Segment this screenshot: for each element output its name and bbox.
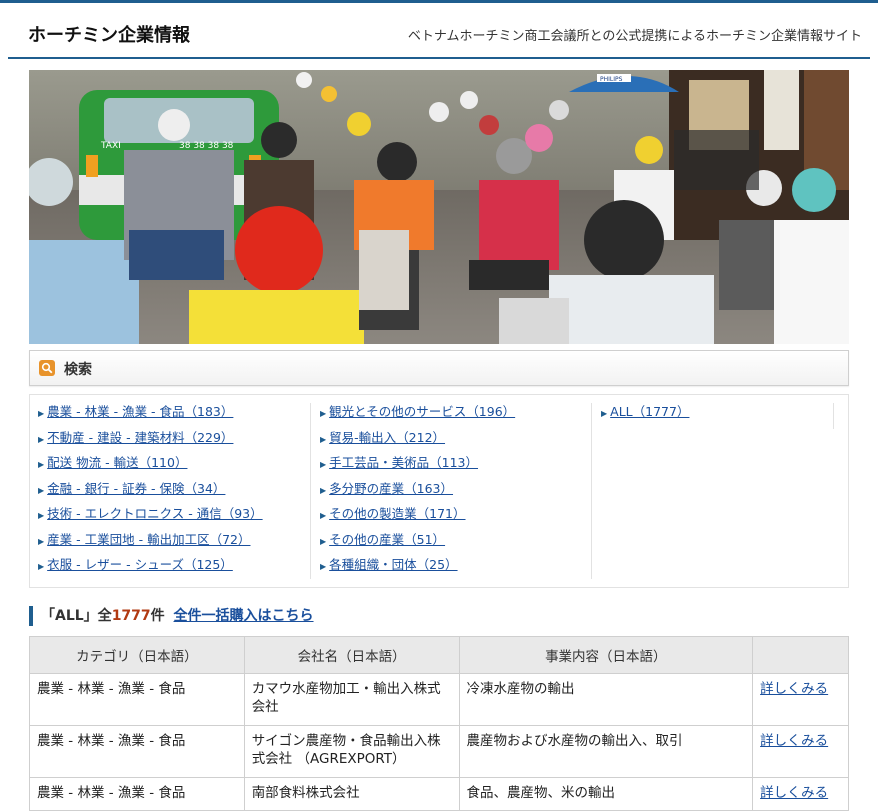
bullet-icon: ▶ [38, 409, 45, 418]
category-item-all[interactable]: ▶ ALL（1777） [601, 401, 871, 427]
category-link[interactable]: その他の産業（51） [329, 532, 445, 547]
category-link[interactable]: 貿易-輸出入（212） [329, 430, 445, 445]
bullet-icon: ▶ [38, 511, 45, 520]
category-link[interactable]: 農業 - 林業 - 漁業 - 食品（183） [47, 404, 233, 419]
category-item[interactable]: ▶ 産業 - 工業団地 - 輸出加工区（72） [38, 529, 308, 555]
cell-category: 農業 - 林業 - 漁業 - 食品 [29, 777, 245, 811]
bullet-icon: ▶ [320, 434, 327, 444]
cell-business: 農産物および水産物の輸出入、取引 [458, 725, 754, 778]
category-link[interactable]: その他の製造業（171） [329, 506, 465, 521]
bullet-icon: ▶ [38, 485, 45, 495]
category-item[interactable]: ▶ 貿易-輸出入（212） [320, 427, 590, 453]
category-item[interactable]: ▶ その他の製造業（171） [320, 503, 590, 529]
category-column-3: ▶ ALL（1777） [601, 401, 871, 581]
result-count-number: 1777 [111, 608, 151, 624]
category-item[interactable]: ▶ 金融 - 銀行 - 証券 - 保険（34） [38, 478, 308, 504]
category-link[interactable]: 衣服 - レザー - シューズ（125） [47, 557, 233, 572]
column-divider [833, 403, 834, 429]
cell-business: 冷凍水産物の輸出 [458, 673, 754, 726]
site-header: ホーチミン企業情報 ベトナムホーチミン商工会議所との公式提携によるホーチミン企業… [8, 3, 870, 59]
category-item[interactable]: ▶ 観光とその他のサービス（196） [320, 401, 590, 427]
bullet-icon: ▶ [320, 409, 327, 418]
category-link[interactable]: 技術 - エレクトロニクス - 通信（93） [47, 506, 262, 521]
result-count-prefix: 「ALL」全 [41, 608, 112, 624]
cell-action: 詳しくみる [752, 725, 849, 778]
bullet-icon: ▶ [38, 562, 45, 571]
table-row: 農業 - 林業 - 漁業 - 食品 サイゴン農産物・食品輸出入株式会社 （AGR… [29, 725, 849, 778]
category-item[interactable]: ▶ 衣服 - レザー - シューズ（125） [38, 554, 308, 580]
category-link[interactable]: 手工芸品・美術品（113） [329, 455, 478, 470]
cell-company: 南部食料株式会社 [243, 777, 460, 811]
bullet-icon: ▶ [38, 460, 45, 469]
table-row: 農業 - 林業 - 漁業 - 食品 南部食料株式会社 食品、農産物、米の輸出 詳… [29, 777, 849, 811]
category-item[interactable]: ▶ 農業 - 林業 - 漁業 - 食品（183） [38, 401, 308, 427]
category-link-all[interactable]: ALL（1777） [610, 404, 689, 419]
details-link[interactable]: 詳しくみる [760, 733, 828, 749]
cell-business: 食品、農産物、米の輸出 [458, 777, 754, 811]
search-bar[interactable]: 検索 [29, 350, 849, 386]
bullet-icon: ▶ [320, 460, 327, 469]
store-sign-text: PHILIPS [600, 76, 623, 83]
column-header-company: 会社名（日本語） [243, 636, 460, 674]
site-tagline: ベトナムホーチミン商工会議所との公式提携によるホーチミン企業情報サイト [407, 29, 862, 44]
category-link[interactable]: 多分野の産業（163） [329, 481, 453, 496]
category-link[interactable]: 各種組織・団体（25） [329, 557, 457, 572]
category-item[interactable]: ▶ 多分野の産業（163） [320, 478, 590, 504]
column-header-business: 事業内容（日本語） [458, 636, 754, 674]
bullet-icon: ▶ [320, 485, 327, 495]
details-link[interactable]: 詳しくみる [760, 785, 828, 801]
category-link[interactable]: 不動産 - 建設 - 建築材料（229） [47, 430, 233, 445]
category-column-1: ▶ 農業 - 林業 - 漁業 - 食品（183） ▶ 不動産 - 建設 - 建築材料… [38, 401, 308, 581]
category-link[interactable]: 観光とその他のサービス（196） [329, 404, 515, 419]
hero-banner-image: PHILIPS TAXI 38 38 38 38 [29, 70, 849, 344]
column-header-action [752, 636, 849, 674]
table-row: 農業 - 林業 - 漁業 - 食品 カマウ水産物加工・輸出入株式会社 冷凍水産物… [29, 673, 849, 726]
bullet-icon: ▶ [320, 562, 327, 571]
category-item[interactable]: ▶ その他の産業（51） [320, 529, 590, 555]
bulk-purchase-link[interactable]: 全件一括購入はこちら [174, 608, 314, 624]
category-link[interactable]: 産業 - 工業団地 - 輸出加工区（72） [47, 532, 250, 547]
column-divider [310, 403, 311, 579]
cell-category: 農業 - 林業 - 漁業 - 食品 [29, 673, 245, 726]
category-link[interactable]: 配送 物流 - 輸送（110） [47, 455, 187, 470]
cell-action: 詳しくみる [752, 673, 849, 726]
column-divider [591, 403, 592, 579]
cell-company: カマウ水産物加工・輸出入株式会社 [243, 673, 460, 726]
taxi-number-text: 38 38 38 38 [179, 141, 234, 151]
search-label: 検索 [64, 362, 92, 378]
category-item[interactable]: ▶ 不動産 - 建設 - 建築材料（229） [38, 427, 308, 453]
category-column-2: ▶ 観光とその他のサービス（196） ▶ 貿易-輸出入（212） ▶ 手工芸品・美術品… [320, 401, 590, 581]
result-count-heading: 「ALL」全1777件 全件一括購入はこちら [29, 606, 314, 626]
bullet-icon: ▶ [38, 536, 45, 546]
bullet-icon: ▶ [320, 511, 327, 520]
category-link[interactable]: 金融 - 銀行 - 証券 - 保険（34） [47, 481, 225, 496]
company-table: カテゴリ（日本語） 会社名（日本語） 事業内容（日本語） 農業 - 林業 - 漁… [29, 636, 849, 811]
table-header-row: カテゴリ（日本語） 会社名（日本語） 事業内容（日本語） [29, 636, 849, 674]
bullet-icon: ▶ [320, 536, 327, 546]
category-list-panel: ▶ 農業 - 林業 - 漁業 - 食品（183） ▶ 不動産 - 建設 - 建築材料… [29, 394, 849, 588]
result-count-suffix: 件 [150, 608, 165, 624]
bullet-icon: ▶ [38, 434, 45, 444]
bullet-icon: ▶ [601, 409, 608, 418]
category-item[interactable]: ▶ 手工芸品・美術品（113） [320, 452, 590, 478]
taxi-label-text: TAXI [100, 141, 121, 151]
site-title[interactable]: ホーチミン企業情報 [28, 21, 190, 47]
category-item[interactable]: ▶ 技術 - エレクトロニクス - 通信（93） [38, 503, 308, 529]
search-icon[interactable] [39, 360, 55, 376]
category-item[interactable]: ▶ 配送 物流 - 輸送（110） [38, 452, 308, 478]
category-item[interactable]: ▶ 各種組織・団体（25） [320, 554, 590, 580]
details-link[interactable]: 詳しくみる [760, 681, 828, 697]
column-header-category: カテゴリ（日本語） [29, 636, 245, 674]
cell-company: サイゴン農産物・食品輸出入株式会社 （AGREXPORT） [243, 725, 460, 778]
cell-action: 詳しくみる [752, 777, 849, 811]
cell-category: 農業 - 林業 - 漁業 - 食品 [29, 725, 245, 778]
